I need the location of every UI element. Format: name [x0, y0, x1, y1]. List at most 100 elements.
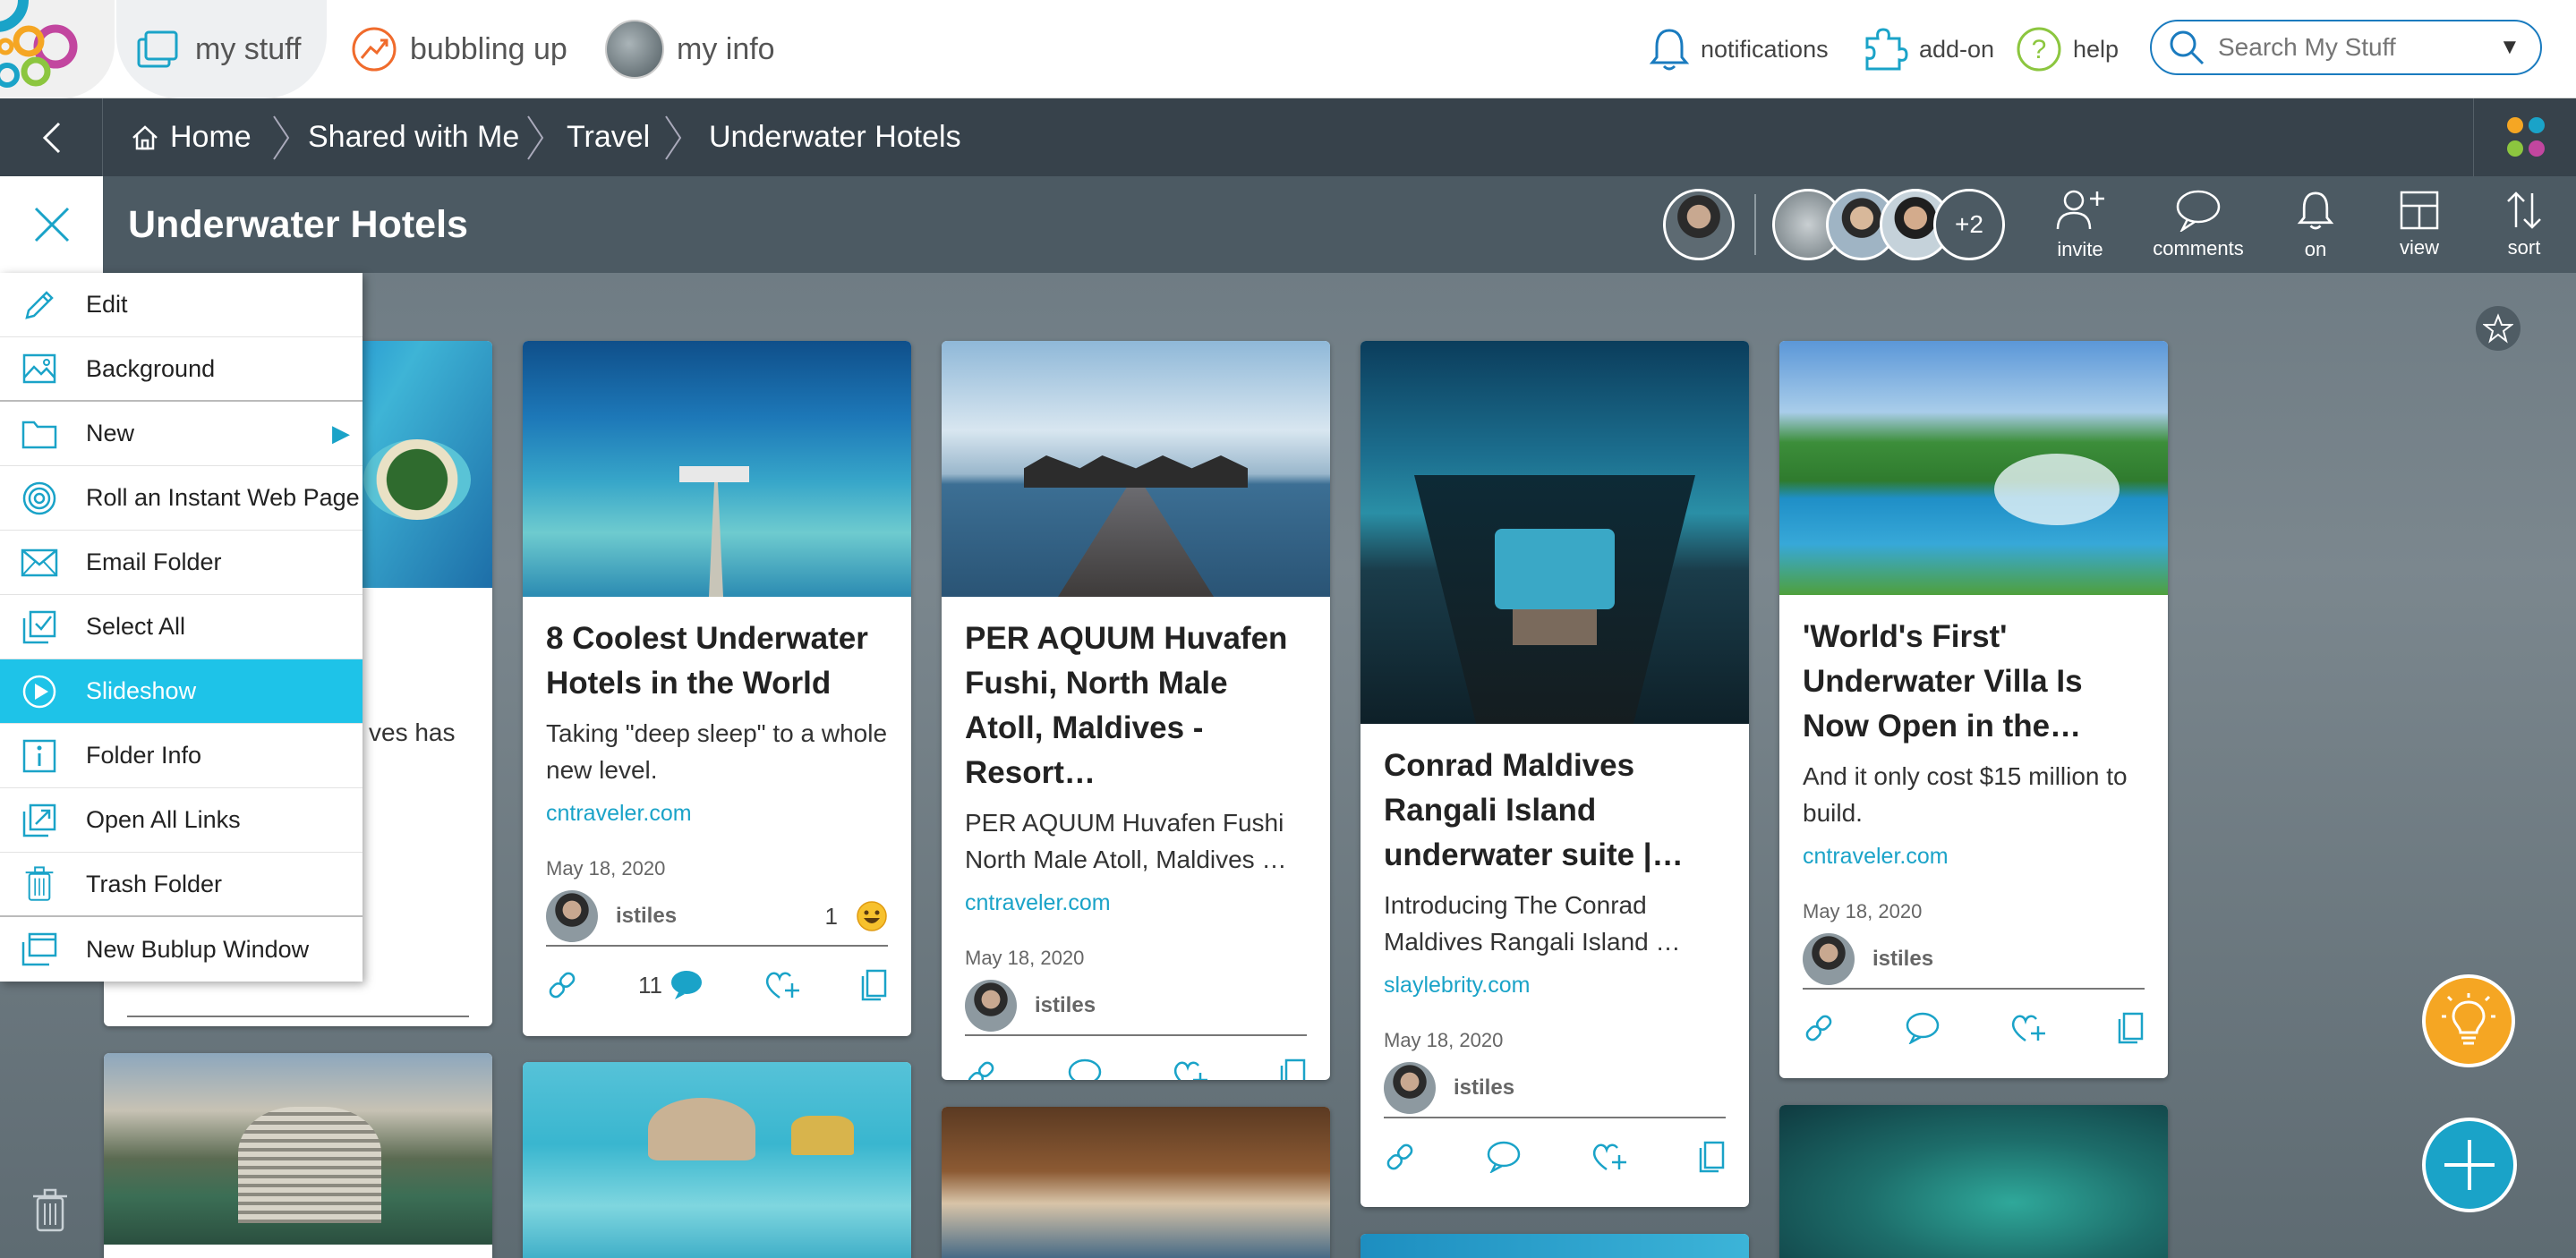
card-7[interactable]	[942, 1107, 1330, 1258]
addon-label: add-on	[1919, 35, 1995, 63]
card-3[interactable]: Conrad Maldives Rangali Island underwate…	[1361, 341, 1749, 1207]
menu-item-folder-info[interactable]: Folder Info	[0, 724, 363, 788]
bublup-logo[interactable]	[0, 0, 115, 98]
menu-item-email-folder[interactable]: Email Folder	[0, 531, 363, 595]
link-icon[interactable]	[1803, 1012, 1835, 1044]
trash-drop-zone[interactable]	[30, 1187, 70, 1238]
layout-icon	[2400, 191, 2439, 230]
notify-toggle-button[interactable]: on	[2262, 176, 2369, 273]
smiley-emoji-icon[interactable]	[856, 900, 888, 932]
help-button[interactable]: ? help	[2016, 0, 2119, 98]
copy-icon[interactable]	[2116, 1012, 2145, 1044]
menu-item-slideshow[interactable]: Slideshow	[0, 659, 363, 724]
help-label: help	[2073, 35, 2120, 63]
link-icon[interactable]	[1384, 1141, 1416, 1173]
card-source-link[interactable]: slaylebrity.com	[1384, 973, 1726, 999]
sort-button[interactable]: sort	[2470, 176, 2576, 273]
apps-grid-button[interactable]	[2473, 98, 2576, 176]
breadcrumb-travel[interactable]: Travel	[567, 98, 650, 176]
owner-avatar[interactable]	[1803, 933, 1855, 985]
owner-avatar[interactable]	[1384, 1062, 1436, 1114]
bell-icon	[2297, 191, 2334, 230]
card-source-link[interactable]: cntraveler.com	[965, 890, 1307, 916]
invite-button[interactable]: invite	[2026, 176, 2134, 273]
notifications-button[interactable]: notifications	[1649, 0, 1829, 98]
like-icon[interactable]	[763, 969, 799, 1001]
card-9[interactable]	[1779, 1105, 2168, 1258]
link-icon[interactable]	[546, 969, 578, 1001]
card-image	[1779, 341, 2168, 595]
checkbox-stack-icon	[22, 610, 56, 643]
card-source-link[interactable]: cntraveler.com	[1803, 844, 2145, 870]
menu-item-roll-instant-web-page[interactable]: Roll an Instant Web Page	[0, 466, 363, 531]
card-8[interactable]	[1361, 1234, 1749, 1258]
card-image	[1779, 1105, 2168, 1258]
like-icon[interactable]	[1172, 1058, 1208, 1080]
search-input[interactable]	[2218, 33, 2486, 62]
help-icon: ?	[2017, 27, 2061, 72]
menu-item-new-bublup-window[interactable]: New Bublup Window	[0, 917, 363, 982]
menu-item-select-all[interactable]: Select All	[0, 595, 363, 659]
copy-icon[interactable]	[859, 969, 888, 1001]
card-title[interactable]: PER AQUUM Huvafen Fushi, North Male Atol…	[965, 616, 1307, 795]
menu-item-edit[interactable]: Edit	[0, 273, 363, 337]
tips-button[interactable]	[2422, 974, 2515, 1067]
owner-avatar[interactable]	[965, 980, 1017, 1032]
link-icon[interactable]	[965, 1058, 997, 1080]
menu-item-label: Edit	[86, 291, 128, 318]
card-1[interactable]: 8 Coolest Underwater Hotels in the World…	[523, 341, 911, 1036]
search-box[interactable]: ▼	[2150, 20, 2542, 75]
card-title[interactable]: 8 Coolest Underwater Hotels in the World	[546, 616, 888, 706]
tab-bubbling-up[interactable]: bubbling up	[351, 0, 567, 98]
add-item-button[interactable]	[2422, 1118, 2517, 1212]
puzzle-icon	[1865, 28, 1908, 71]
copy-icon[interactable]	[1278, 1058, 1307, 1080]
star-icon	[2483, 313, 2513, 344]
search-dropdown-icon[interactable]: ▼	[2499, 35, 2521, 60]
comment-icon[interactable]	[1068, 1058, 1102, 1080]
notifications-label: notifications	[1701, 35, 1829, 63]
card-5[interactable]	[104, 1053, 492, 1258]
more-members-badge[interactable]: +2	[1933, 189, 2005, 260]
menu-item-background[interactable]: Background	[0, 337, 363, 402]
sort-label: sort	[2507, 236, 2541, 259]
sort-arrows-icon	[2507, 191, 2541, 229]
menu-item-open-all-links[interactable]: Open All Links	[0, 788, 363, 853]
card-source-link[interactable]: cntraveler.com	[546, 801, 888, 827]
breadcrumb-home[interactable]: Home	[131, 98, 252, 176]
card-title[interactable]: Conrad Maldives Rangali Island underwate…	[1384, 744, 1726, 878]
owner-avatar[interactable]	[1663, 189, 1735, 260]
close-menu-button[interactable]	[0, 176, 103, 273]
breadcrumb-separator-icon	[527, 115, 544, 160]
copy-icon[interactable]	[1697, 1141, 1726, 1173]
comments-label: comments	[2153, 237, 2244, 259]
comments-button[interactable]: comments	[2145, 176, 2252, 273]
comment-count-button[interactable]: 11	[638, 969, 704, 1001]
card-date: May 18, 2020	[546, 857, 666, 880]
view-button[interactable]: view	[2366, 176, 2473, 273]
star-button[interactable]	[2476, 306, 2521, 351]
like-icon[interactable]	[2009, 1012, 2046, 1044]
card-4[interactable]: 'World's First' Underwater Villa Is Now …	[1779, 341, 2168, 1078]
tab-bubbling-up-label: bubbling up	[410, 31, 567, 66]
card-description: And it only cost $15 million to build.	[1803, 762, 2128, 827]
card-2[interactable]: PER AQUUM Huvafen Fushi, North Male Atol…	[942, 341, 1330, 1080]
comment-icon[interactable]	[1487, 1141, 1521, 1173]
menu-item-trash-folder[interactable]: Trash Folder	[0, 853, 363, 917]
menu-item-new[interactable]: New ▶	[0, 402, 363, 466]
card-title[interactable]: 'World's First' Underwater Villa Is Now …	[1803, 615, 2145, 749]
card-6[interactable]	[523, 1062, 911, 1258]
card-image	[942, 1107, 1330, 1258]
back-button[interactable]	[0, 98, 103, 176]
like-icon[interactable]	[1591, 1141, 1627, 1173]
more-members-count: +2	[1955, 210, 1983, 238]
comment-icon[interactable]	[1906, 1012, 1940, 1044]
card-date: May 18, 2020	[965, 947, 1085, 969]
notify-label: on	[2304, 238, 2327, 260]
tab-my-stuff[interactable]: my stuff	[116, 0, 327, 98]
owner-avatar[interactable]	[546, 890, 598, 942]
add-person-icon	[2056, 190, 2104, 230]
breadcrumb-shared-with-me[interactable]: Shared with Me	[308, 98, 519, 176]
addon-button[interactable]: add-on	[1862, 0, 1994, 98]
tab-my-info[interactable]: my info	[605, 0, 775, 98]
